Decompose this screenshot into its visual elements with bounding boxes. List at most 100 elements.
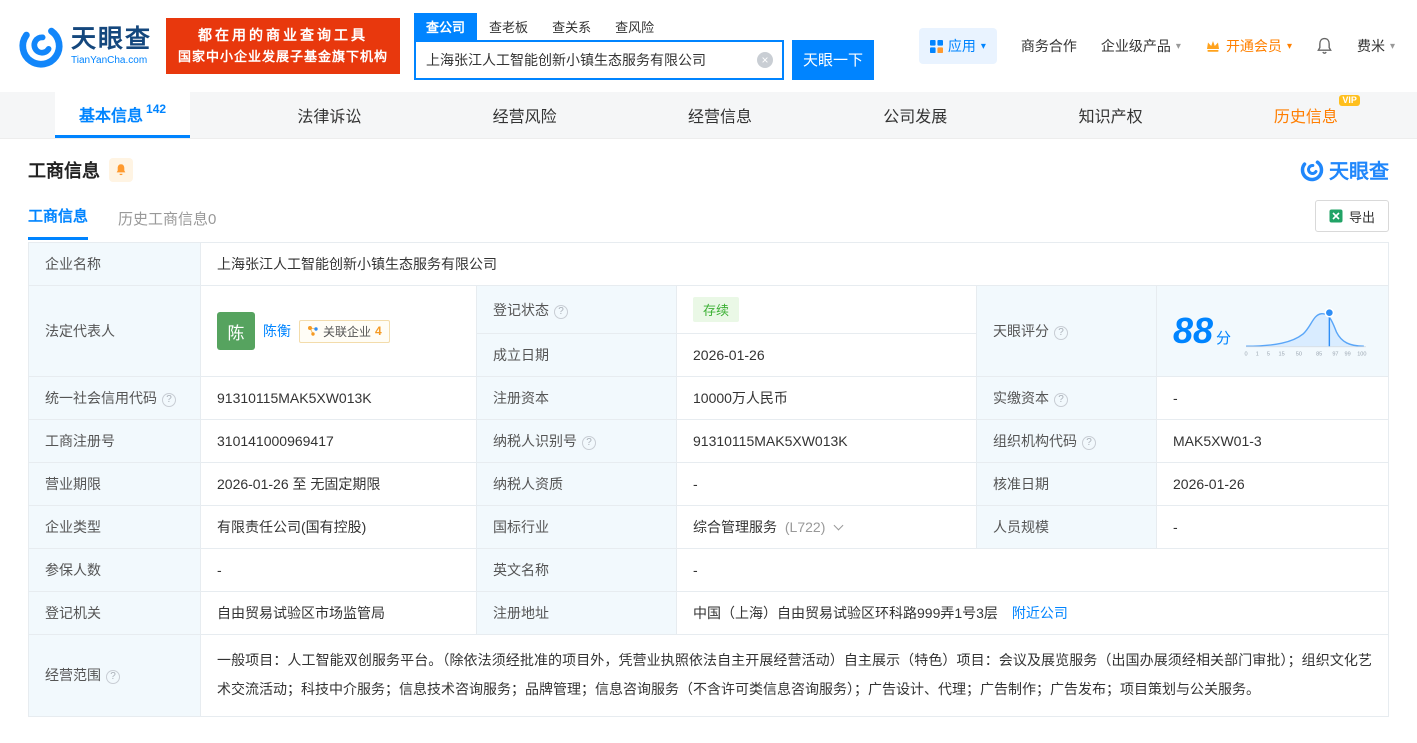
- subtab-current-registration[interactable]: 工商信息: [28, 205, 89, 240]
- search-tab-risk[interactable]: 查风险: [603, 13, 666, 40]
- legal-rep-label: 法定代表人: [28, 285, 201, 377]
- user-menu[interactable]: 费米 ▾: [1357, 36, 1395, 56]
- row-company-name: 企业名称 上海张江人工智能创新小镇生态服务有限公司: [28, 242, 1389, 286]
- tab-company-development[interactable]: 公司发展: [859, 92, 971, 138]
- username: 费米: [1356, 38, 1385, 54]
- legal-rep-cell: 陈 陈衡 关联企业 4: [200, 285, 477, 377]
- promo-banner: 都在用的商业查询工具 国家中小企业发展子基金旗下机构: [166, 18, 401, 74]
- legal-rep-name-link[interactable]: 陈衡: [263, 321, 291, 341]
- logo-domain-text: TianYanCha.com: [71, 54, 148, 66]
- help-icon[interactable]: ?: [1082, 436, 1096, 450]
- export-button[interactable]: 导出: [1314, 200, 1389, 232]
- nearby-companies-link[interactable]: 附近公司: [1012, 605, 1068, 621]
- search-tab-company[interactable]: 查公司: [414, 12, 478, 40]
- company-name-value: 上海张江人工智能创新小镇生态服务有限公司: [200, 242, 1389, 286]
- section-title: 工商信息: [28, 160, 100, 181]
- help-icon[interactable]: ?: [106, 670, 120, 685]
- industry-value: 综合管理服务: [693, 519, 777, 535]
- tab-legal-proceedings[interactable]: 法律诉讼: [273, 92, 385, 138]
- tab-basic-info-label: 基本信息: [79, 107, 144, 125]
- company-type-label: 企业类型: [28, 505, 201, 549]
- top-header: 天眼查 TianYanCha.com 都在用的商业查询工具 国家中小企业发展子基…: [0, 0, 1417, 92]
- help-icon[interactable]: ?: [1054, 393, 1068, 407]
- clear-search-icon[interactable]: ×: [757, 51, 774, 68]
- tab-intellectual-property[interactable]: 知识产权: [1055, 92, 1167, 138]
- chevron-down-icon: ▾: [1175, 40, 1181, 52]
- watermark-logo: 天眼查: [1300, 155, 1389, 184]
- search-input[interactable]: [416, 41, 783, 78]
- paid-capital-label: 实缴资本?: [976, 376, 1157, 420]
- enterprise-products-menu[interactable]: 企业级产品 ▾: [1101, 36, 1181, 56]
- score-distribution-chart: 0 1 5 15 50 85 97 99 100: [1245, 307, 1367, 357]
- org-code-value: MAK5XW01-3: [1156, 419, 1389, 463]
- legal-rep-avatar[interactable]: 陈: [217, 312, 255, 350]
- taxpayer-id-label: 纳税人识别号?: [476, 419, 677, 463]
- help-icon[interactable]: ?: [1054, 326, 1068, 340]
- insured-count-value: -: [200, 548, 477, 592]
- taxpayer-id-value: 91310115MAK5XW013K: [676, 419, 977, 463]
- search-button[interactable]: 天眼一下: [792, 39, 875, 80]
- business-cooperation-link[interactable]: 商务合作: [1021, 36, 1077, 56]
- row-company-type: 企业类型 有限责任公司(国有控股) 国标行业 综合管理服务 (L722) 人员规…: [28, 505, 1389, 549]
- search-tab-relation[interactable]: 查关系: [540, 13, 603, 40]
- business-info-table: 企业名称 上海张江人工智能创新小镇生态服务有限公司 法定代表人 陈 陈衡 关联企…: [28, 242, 1389, 717]
- chevron-down-icon: ▾: [980, 40, 986, 52]
- industry-label: 国标行业: [476, 505, 677, 549]
- credit-code-label: 统一社会信用代码?: [28, 376, 201, 420]
- related-companies-badge[interactable]: 关联企业 4: [299, 319, 390, 343]
- svg-text:100: 100: [1357, 351, 1366, 357]
- staff-size-label: 人员规模: [976, 505, 1157, 549]
- export-label: 导出: [1348, 209, 1375, 225]
- notifications-bell[interactable]: [1316, 37, 1333, 55]
- row-legal-rep-status: 法定代表人 陈 陈衡 关联企业 4 登记状态 ? 存续 天眼评分 ? 88 分 …: [28, 285, 1389, 377]
- tab-basic-info[interactable]: 基本信息 142: [55, 92, 191, 138]
- search-tab-boss[interactable]: 查老板: [477, 13, 540, 40]
- open-vip-menu[interactable]: 开通会员 ▾: [1205, 36, 1292, 56]
- reg-status-label: 登记状态?: [476, 285, 677, 334]
- english-name-value: -: [676, 548, 1389, 592]
- tab-history-info[interactable]: 历史信息 VIP: [1250, 92, 1362, 138]
- reg-capital-label: 注册资本: [476, 376, 677, 420]
- tab-basic-info-count: 142: [146, 101, 167, 116]
- tianyancha-logo-icon: [19, 24, 63, 68]
- header-menu: 应用 ▾ 商务合作 企业级产品 ▾ 开通会员 ▾ 费米 ▾: [918, 28, 1395, 64]
- subtab-historical-registration[interactable]: 历史工商信息0: [118, 208, 216, 240]
- subscribe-bell-button[interactable]: [109, 157, 133, 182]
- promo-line1: 都在用的商业查询工具: [198, 27, 369, 44]
- business-term-value: 2026-01-26 至 无固定期限: [200, 462, 477, 506]
- reg-authority-label: 登记机关: [28, 591, 201, 635]
- tab-history-info-label: 历史信息: [1273, 109, 1338, 126]
- search-block: 查公司 查老板 查关系 查风险 × 天眼一下: [414, 12, 876, 80]
- svg-text:15: 15: [1279, 351, 1285, 357]
- row-reg-authority: 登记机关 自由贸易试验区市场监管局 注册地址 中国（上海）自由贸易试验区环科路9…: [28, 591, 1389, 635]
- company-nav-tabs: 基本信息 142 法律诉讼 经营风险 经营信息 公司发展 知识产权 历史信息 V…: [0, 92, 1417, 139]
- svg-text:97: 97: [1332, 351, 1338, 357]
- search-input-wrap: ×: [414, 39, 785, 80]
- tianyancha-logo[interactable]: 天眼查 TianYanCha.com: [18, 23, 152, 69]
- taxpayer-quality-value: -: [676, 462, 977, 506]
- business-scope-value: 一般项目：人工智能双创服务平台。（除依法须经批准的项目外，凭营业执照依法自主开展…: [200, 634, 1389, 717]
- industry-dropdown[interactable]: 综合管理服务 (L722): [693, 519, 844, 535]
- subtab-historical-label: 历史工商信息: [118, 211, 209, 228]
- apps-menu[interactable]: 应用 ▾: [918, 28, 997, 64]
- tab-operating-risk[interactable]: 经营风险: [469, 92, 581, 138]
- industry-code: (L722): [784, 519, 826, 535]
- tab-operating-info[interactable]: 经营信息: [664, 92, 776, 138]
- help-icon[interactable]: ?: [582, 436, 596, 450]
- approval-date-label: 核准日期: [976, 462, 1157, 506]
- reg-number-label: 工商注册号: [28, 419, 201, 463]
- help-icon[interactable]: ?: [162, 393, 176, 407]
- vip-badge: VIP: [1339, 95, 1360, 106]
- reg-number-value: 310141000969417: [200, 419, 477, 463]
- row-insured-count: 参保人数 - 英文名称 -: [28, 548, 1389, 592]
- row-reg-number: 工商注册号 310141000969417 纳税人识别号? 91310115MA…: [28, 419, 1389, 463]
- svg-text:5: 5: [1267, 351, 1270, 357]
- reg-authority-value: 自由贸易试验区市场监管局: [200, 591, 477, 635]
- industry-cell: 综合管理服务 (L722): [676, 505, 977, 549]
- score-value: 88: [1173, 310, 1214, 351]
- reg-address-value: 中国（上海）自由贸易试验区环科路999弄1号3层: [693, 605, 998, 621]
- related-companies-label: 关联企业: [323, 324, 372, 339]
- svg-text:85: 85: [1316, 351, 1322, 357]
- relation-graph-icon: [308, 326, 318, 336]
- help-icon[interactable]: ?: [554, 304, 568, 319]
